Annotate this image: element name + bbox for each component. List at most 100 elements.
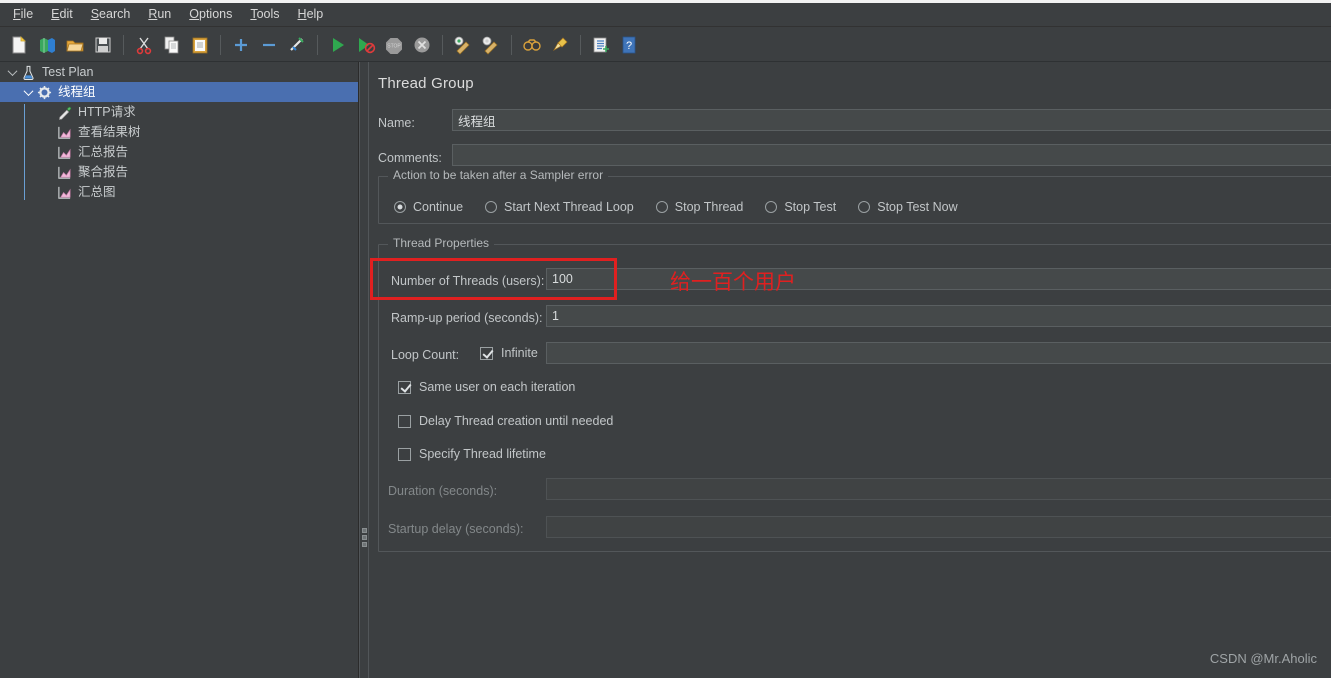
start-no-pause-icon[interactable] <box>353 32 379 58</box>
ramp-up-label: Ramp-up period (seconds): <box>391 311 543 325</box>
menu-item-help-rest: elp <box>306 7 324 22</box>
summary-graph-icon <box>56 184 73 201</box>
expand-toggle-thread-group[interactable] <box>20 82 36 102</box>
startup-delay-input[interactable] <box>546 516 1331 538</box>
radio-continue[interactable]: Continue <box>394 200 463 214</box>
reset-search-icon[interactable] <box>547 32 573 58</box>
same-user-checkbox-indicator <box>398 380 411 394</box>
menu-item-help[interactable]: Help <box>289 5 333 24</box>
splitter-handle[interactable] <box>362 528 368 549</box>
toggle-icon[interactable] <box>284 32 310 58</box>
radio-continue-label: Continue <box>413 200 464 214</box>
sampler-error-legend: Action to be taken after a Sampler error <box>388 169 609 181</box>
num-threads-label: Number of Threads (users): <box>391 274 545 288</box>
help-icon[interactable]: ? <box>616 32 642 58</box>
comments-label: Comments: <box>378 151 442 165</box>
num-threads-input[interactable]: 100 <box>546 268 1331 290</box>
http-request-icon <box>56 104 73 121</box>
cut-icon[interactable] <box>131 32 157 58</box>
menu-item-options-rest: ptions <box>199 7 233 22</box>
toolbar: STOP ? <box>0 28 1331 62</box>
specify-lifetime-checkbox-label: Specify Thread lifetime <box>419 447 546 461</box>
name-input[interactable]: 线程组 <box>452 109 1331 131</box>
menu-item-edit-rest: dit <box>59 7 73 22</box>
tree-item-label: 查看结果树 <box>78 124 141 139</box>
svg-text:?: ? <box>626 40 632 52</box>
radio-start-next-thread-loop-label: Start Next Thread Loop <box>504 200 634 214</box>
tree-item-summary-report[interactable]: 汇总报告 <box>0 142 358 162</box>
open-icon[interactable] <box>62 32 88 58</box>
menu-item-search-rest: earch <box>99 7 131 22</box>
menu-item-run[interactable]: Run <box>139 5 180 24</box>
collapse-all-icon[interactable] <box>256 32 282 58</box>
search-icon[interactable] <box>519 32 545 58</box>
radio-stop-thread-indicator <box>655 201 668 213</box>
delay-thread-checkbox-label: Delay Thread creation until needed <box>419 414 614 428</box>
menu-item-file[interactable]: File <box>4 5 42 24</box>
menu-item-file-rest: ile <box>20 7 34 22</box>
radio-start-next-thread-loop-indicator <box>485 201 498 213</box>
loop-count-input[interactable] <box>546 342 1331 364</box>
delay-thread-checkbox-indicator <box>398 414 411 428</box>
menu-item-edit[interactable]: Edit <box>42 5 82 24</box>
infinite-checkbox-indicator <box>480 346 493 360</box>
tree-item-test-plan[interactable]: Test Plan <box>0 62 358 82</box>
clear-all-icon[interactable] <box>478 32 504 58</box>
duration-input[interactable] <box>546 478 1331 500</box>
infinite-checkbox[interactable]: Infinite <box>480 346 538 360</box>
comments-input[interactable] <box>452 144 1331 166</box>
shutdown-icon[interactable] <box>409 32 435 58</box>
thread-group-config-panel: Thread Group Name: 线程组 Comments: Action … <box>370 62 1331 678</box>
toolbar-separator-6 <box>580 34 581 55</box>
clear-icon[interactable] <box>450 32 476 58</box>
stop-icon[interactable]: STOP <box>381 32 407 58</box>
tree-item-label: 线程组 <box>58 84 96 99</box>
tree-item-aggregate-report[interactable]: 聚合报告 <box>0 162 358 182</box>
tree-item-summary-graph[interactable]: 汇总图 <box>0 182 358 202</box>
specify-lifetime-checkbox[interactable]: Specify Thread lifetime <box>398 447 546 461</box>
templates-icon[interactable] <box>34 32 60 58</box>
copy-icon[interactable] <box>159 32 185 58</box>
radio-stop-test-now-label: Stop Test Now <box>877 200 958 214</box>
view-results-tree-icon <box>56 124 73 141</box>
svg-text:STOP: STOP <box>387 43 401 49</box>
save-icon[interactable] <box>90 32 116 58</box>
watermark: CSDN @Mr.Aholic <box>1209 651 1317 666</box>
tree-item-view-results-tree[interactable]: 查看结果树 <box>0 122 358 142</box>
panel-splitter[interactable] <box>359 62 369 678</box>
menu-item-run-rest: un <box>157 7 172 22</box>
same-user-checkbox[interactable]: Same user on each iteration <box>398 380 575 394</box>
paste-icon[interactable] <box>187 32 213 58</box>
test-plan-tree[interactable]: Test Plan 线程组 HTTP请求 查看结果树 汇总报告 聚合报告 汇总图 <box>0 62 359 678</box>
delay-thread-checkbox[interactable]: Delay Thread creation until needed <box>398 414 613 428</box>
tree-item-thread-group[interactable]: 线程组 <box>0 82 358 102</box>
tree-item-http-request[interactable]: HTTP请求 <box>0 102 358 122</box>
menu-item-tools-rest: ools <box>256 7 280 22</box>
start-icon[interactable] <box>325 32 351 58</box>
jmeter-window: File Edit Search Run Options Tools Help <box>0 0 1331 678</box>
tree-item-label: 汇总报告 <box>78 144 129 159</box>
radio-stop-test[interactable]: Stop Test <box>765 200 836 214</box>
expand-all-icon[interactable] <box>228 32 254 58</box>
radio-continue-indicator <box>394 201 406 213</box>
radio-stop-test-label: Stop Test <box>784 200 837 214</box>
radio-stop-test-now[interactable]: Stop Test Now <box>858 200 958 214</box>
radio-stop-test-indicator <box>765 201 778 213</box>
menu-item-tools[interactable]: Tools <box>241 5 288 24</box>
test-plan-icon <box>20 64 37 81</box>
tree-item-label: Test Plan <box>42 64 94 79</box>
thread-properties-groupbox: Thread Properties <box>378 237 1331 552</box>
tree-item-label: 汇总图 <box>78 184 116 199</box>
aggregate-report-icon <box>56 164 73 181</box>
tree-item-label: HTTP请求 <box>78 104 136 119</box>
ramp-up-input[interactable]: 1 <box>546 305 1331 327</box>
new-icon[interactable] <box>6 32 32 58</box>
same-user-checkbox-label: Same user on each iteration <box>419 380 576 394</box>
expand-toggle-test-plan[interactable] <box>4 62 20 82</box>
menu-item-options[interactable]: Options <box>180 5 241 24</box>
menu-item-search[interactable]: Search <box>82 5 140 24</box>
radio-start-next-thread-loop[interactable]: Start Next Thread Loop <box>485 200 634 214</box>
radio-stop-thread[interactable]: Stop Thread <box>655 200 743 214</box>
page-title: Thread Group <box>378 75 474 92</box>
function-helper-icon[interactable] <box>588 32 614 58</box>
